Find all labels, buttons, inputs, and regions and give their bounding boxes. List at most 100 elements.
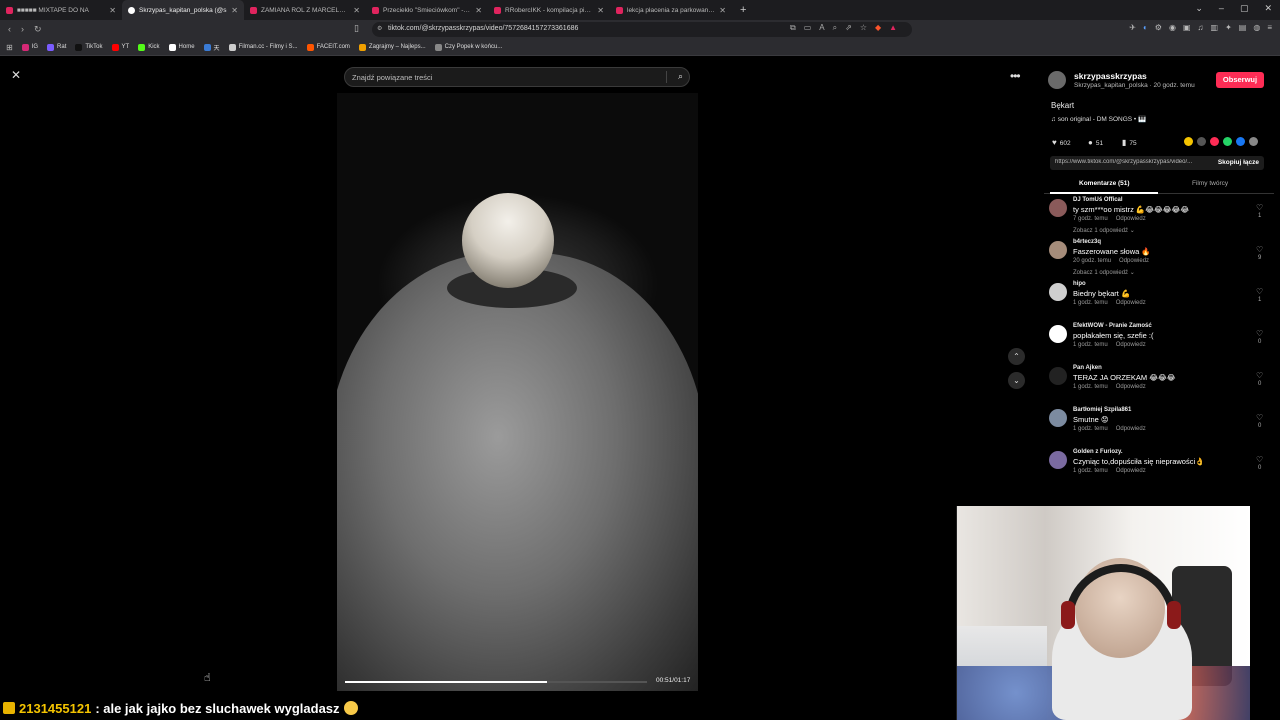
commenter-avatar[interactable]	[1049, 451, 1067, 469]
share-arrow-icon[interactable]	[1249, 137, 1258, 146]
commenter-avatar[interactable]	[1049, 325, 1067, 343]
more-options-icon[interactable]: •••	[1010, 69, 1021, 83]
video-player[interactable]	[337, 93, 698, 691]
comment-like-icon[interactable]: ♡	[1256, 287, 1263, 296]
reply-button[interactable]: Odpowiedz	[1116, 216, 1146, 222]
sound-row[interactable]: ♫ son original - DM SONGS • 🎹	[1051, 115, 1274, 123]
commenter-name[interactable]: Bartłomiej Szpila861	[1073, 407, 1131, 413]
brave-shield-icon[interactable]: ◆	[875, 23, 881, 33]
share-icon[interactable]: ⇗	[845, 23, 852, 33]
site-info-icon[interactable]: ⚙	[377, 25, 382, 32]
close-tab-icon[interactable]: ✕	[597, 6, 604, 15]
tab-creator-videos[interactable]: Filmy twórcy	[1192, 180, 1228, 187]
repost-icon[interactable]	[1210, 137, 1219, 146]
browser-tab[interactable]: RRobercIKK - kompilacja pianek - Yo ✕	[488, 0, 610, 20]
reload-icon[interactable]: ↻	[34, 24, 42, 35]
browser-tab[interactable]: ZAMIANA RÓL Z MARCELEM - YouTu ✕	[244, 0, 366, 20]
new-tab-icon[interactable]: +	[740, 4, 746, 16]
comment-stat[interactable]: ● 51	[1088, 138, 1103, 147]
extension-icon-3[interactable]: ⚙	[1155, 23, 1162, 32]
browser-tab[interactable]: Przeciekło "Śmieciówkom" - YouTube ✕	[366, 0, 488, 20]
bookmark-item[interactable]: Rat	[47, 43, 66, 52]
translate-icon[interactable]: A	[819, 23, 824, 33]
reply-button[interactable]: Odpowiedz	[1116, 300, 1146, 306]
bookmark-item[interactable]: Home	[168, 43, 195, 52]
reply-button[interactable]: Odpowiedz	[1116, 384, 1146, 390]
extension-icon-4[interactable]: ◉	[1169, 23, 1176, 32]
browser-tab[interactable]: Skrzypas_kapitan_polska (@s ✕	[122, 0, 244, 20]
save-stat[interactable]: ▮ 75	[1122, 138, 1137, 147]
extension-icon-5[interactable]: ▣	[1183, 23, 1191, 32]
bookmark-item[interactable]: IG	[21, 43, 38, 52]
menu-icon[interactable]: ≡	[1267, 23, 1272, 32]
close-tab-icon[interactable]: ✕	[353, 6, 360, 15]
commenter-avatar[interactable]	[1049, 367, 1067, 385]
comment-like-icon[interactable]: ♡	[1256, 413, 1263, 422]
bookmark-item[interactable]: TikTok	[75, 43, 103, 52]
bookmark-item[interactable]: FACEIT.com	[306, 43, 350, 52]
reply-button[interactable]: Odpowiedz	[1119, 258, 1149, 264]
extensions-puzzle-icon[interactable]: ✦	[1225, 23, 1232, 32]
commenter-avatar[interactable]	[1049, 409, 1067, 427]
commenter-name[interactable]: Pan Ajken	[1073, 365, 1102, 371]
bookmark-icon[interactable]: ▯	[354, 23, 359, 34]
browser-tab[interactable]: ■■■■■ MIXTAPE DO NA ✕	[0, 0, 122, 20]
commenter-name[interactable]: b4rtecz3q	[1073, 239, 1101, 245]
comment-like-icon[interactable]: ♡	[1256, 203, 1263, 212]
follow-button[interactable]: Obserwuj	[1216, 72, 1264, 88]
reply-button[interactable]: Odpowiedz	[1116, 342, 1146, 348]
reply-button[interactable]: Odpowiedz	[1116, 468, 1146, 474]
facebook-icon[interactable]	[1236, 137, 1245, 146]
whatsapp-icon[interactable]	[1223, 137, 1232, 146]
forward-icon[interactable]: ›	[21, 24, 24, 35]
view-replies-button[interactable]: Zobacz 1 odpowiedź ⌄	[1073, 227, 1135, 234]
comment-like-icon[interactable]: ♡	[1256, 371, 1263, 380]
sidebar-icon[interactable]: ▥	[1211, 23, 1219, 32]
commenter-name[interactable]: DJ TomUś Offical	[1073, 197, 1123, 203]
next-video-icon[interactable]: ⌄	[1008, 372, 1025, 389]
commenter-name[interactable]: hipo	[1073, 281, 1086, 287]
commenter-name[interactable]: EfektWOW - Pranie Zamość	[1073, 323, 1152, 329]
bookmark-item[interactable]: 天	[203, 43, 220, 52]
comment-like-icon[interactable]: ♡	[1256, 329, 1263, 338]
reply-button[interactable]: Odpowiedz	[1116, 426, 1146, 432]
comment-like-icon[interactable]: ♡	[1256, 245, 1263, 254]
video-progress-bar[interactable]	[345, 681, 647, 683]
bookmark-item[interactable]: Zagrajmy – Najleps...	[358, 43, 426, 52]
close-window-icon[interactable]: ✕	[1264, 3, 1272, 14]
author-avatar[interactable]	[1048, 71, 1066, 89]
extension-icon-2[interactable]: ◐	[1143, 23, 1148, 32]
like-stat[interactable]: ♥ 602	[1052, 138, 1071, 147]
commenter-name[interactable]: Golden z Furiozy.	[1073, 449, 1123, 455]
browser-tab[interactable]: lekcja płacenia za parkowanie - YouT ✕	[610, 0, 732, 20]
commenter-avatar[interactable]	[1049, 199, 1067, 217]
comment-like-icon[interactable]: ♡	[1256, 455, 1263, 464]
close-tab-icon[interactable]: ✕	[231, 6, 238, 15]
back-icon[interactable]: ‹	[8, 24, 11, 35]
copy-link-button[interactable]: Skopiuj łącze	[1218, 159, 1259, 166]
star-icon[interactable]: ☆	[860, 23, 867, 33]
wallet-icon[interactable]: ▤	[1239, 23, 1247, 32]
media-icon[interactable]: ♫	[1198, 23, 1204, 32]
close-video-icon[interactable]: ✕	[11, 68, 21, 82]
tab-comments[interactable]: Komentarze (51)	[1079, 180, 1130, 187]
bookmark-item[interactable]: YT	[111, 43, 129, 52]
profile-icon[interactable]: ◍	[1253, 23, 1260, 32]
zoom-icon[interactable]: ⌕	[833, 23, 837, 33]
bookmark-item[interactable]: Czy Popek w końcu...	[434, 43, 502, 52]
maximize-icon[interactable]: ▢	[1240, 3, 1249, 14]
author-name[interactable]: skrzypasskrzypas	[1074, 71, 1147, 81]
commenter-avatar[interactable]	[1049, 241, 1067, 259]
bookmark-item[interactable]: Filman.cc - Filmy i S...	[228, 43, 298, 52]
apps-grid-icon[interactable]: ⊞	[6, 43, 13, 52]
dropdown-icon[interactable]: ⌄	[1195, 3, 1203, 14]
close-tab-icon[interactable]: ✕	[719, 6, 726, 15]
close-tab-icon[interactable]: ✕	[475, 6, 482, 15]
embed-icon[interactable]	[1197, 137, 1206, 146]
picture-in-picture-icon[interactable]: ⧉	[790, 23, 796, 33]
previous-video-icon[interactable]: ⌃	[1008, 348, 1025, 365]
extension-icon-1[interactable]: ✈	[1129, 23, 1136, 32]
commenter-avatar[interactable]	[1049, 283, 1067, 301]
screenshot-icon[interactable]: ▭	[804, 23, 812, 33]
bookmark-item[interactable]: Kick	[138, 43, 160, 52]
